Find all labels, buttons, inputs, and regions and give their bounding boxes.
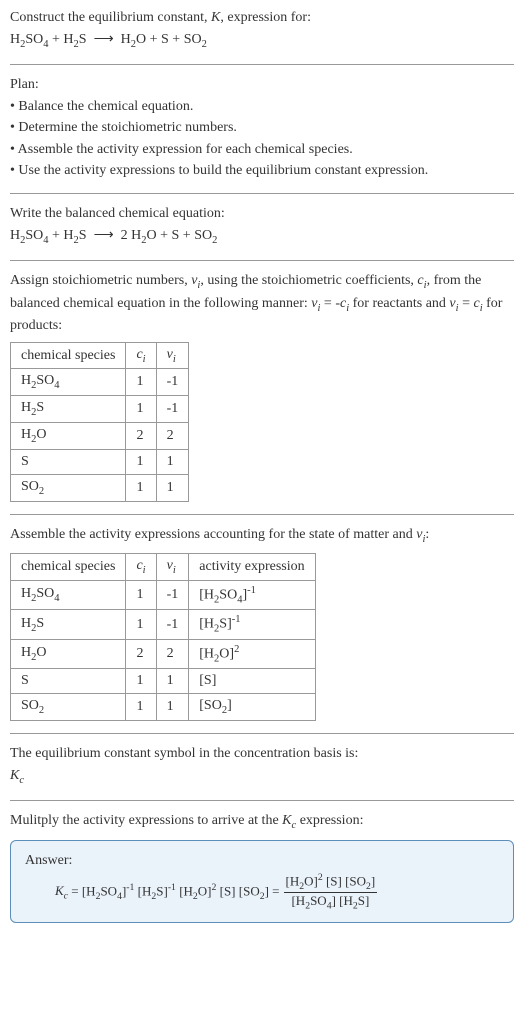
stoichiometric-table: chemical species ci νi H2SO4 1 -1 H2S 1 … [10, 342, 189, 502]
activity-section: Assemble the activity expressions accoun… [10, 525, 514, 721]
table-cell: -1 [156, 396, 189, 423]
table-cell: 1 [126, 474, 156, 501]
table-header: ci [126, 342, 156, 369]
table-cell: [H2O]2 [189, 639, 315, 668]
table-cell: 2 [156, 639, 189, 668]
answer-equation: Kc = [H2SO4]-1 [H2S]-1 [H2O]2 [S] [SO2] … [55, 872, 499, 912]
table-cell: H2SO4 [11, 580, 126, 609]
table-header: νi [156, 554, 189, 581]
symbol-value: Kc [10, 766, 514, 788]
table-row: S 1 1 [11, 449, 189, 474]
table-row: SO2 1 1 [11, 474, 189, 501]
table-header: chemical species [11, 342, 126, 369]
table-row: H2SO4 1 -1 [11, 369, 189, 396]
table-cell: -1 [156, 580, 189, 609]
table-cell: 1 [126, 369, 156, 396]
table-cell: -1 [156, 610, 189, 639]
answer-fraction: [H2O]2 [S] [SO2] [H2SO4] [H2S] [284, 872, 378, 912]
table-cell: 1 [126, 580, 156, 609]
assign-text: Assign stoichiometric numbers, νi, using… [10, 271, 514, 336]
multiply-section: Mulitply the activity expressions to arr… [10, 811, 514, 923]
table-cell: [H2SO4]-1 [189, 580, 315, 609]
multiply-text: Mulitply the activity expressions to arr… [10, 811, 514, 833]
table-cell: H2S [11, 610, 126, 639]
plan-item: • Determine the stoichiometric numbers. [10, 118, 514, 138]
table-cell: H2S [11, 396, 126, 423]
plan-section: Plan: • Balance the chemical equation. •… [10, 75, 514, 181]
plan-item: • Balance the chemical equation. [10, 97, 514, 117]
table-cell: H2O [11, 423, 126, 450]
table-row: S 1 1 [S] [11, 669, 316, 694]
table-row: H2S 1 -1 [11, 396, 189, 423]
balanced-equation: H2SO4 + H2S ⟶ 2 H2O + S + SO2 [10, 226, 514, 248]
divider [10, 193, 514, 194]
answer-lhs: Kc = [H2SO4]-1 [H2S]-1 [H2O]2 [S] [SO2] … [55, 882, 280, 902]
table-row: SO2 1 1 [SO2] [11, 694, 316, 721]
table-header: activity expression [189, 554, 315, 581]
table-cell: 1 [156, 694, 189, 721]
table-cell: 2 [126, 423, 156, 450]
table-cell: [SO2] [189, 694, 315, 721]
plan-item: • Use the activity expressions to build … [10, 161, 514, 181]
table-cell: 1 [126, 610, 156, 639]
plan-title: Plan: [10, 75, 514, 95]
plan-item: • Assemble the activity expression for e… [10, 140, 514, 160]
table-cell: H2SO4 [11, 369, 126, 396]
table-cell: [S] [189, 669, 315, 694]
table-row: H2O 2 2 [H2O]2 [11, 639, 316, 668]
table-cell: H2O [11, 639, 126, 668]
table-cell: -1 [156, 369, 189, 396]
table-cell: 1 [156, 669, 189, 694]
divider [10, 64, 514, 65]
table-row: H2O 2 2 [11, 423, 189, 450]
table-cell: S [11, 669, 126, 694]
table-cell: [H2S]-1 [189, 610, 315, 639]
answer-box: Answer: Kc = [H2SO4]-1 [H2S]-1 [H2O]2 [S… [10, 840, 514, 923]
table-cell: S [11, 449, 126, 474]
table-header: νi [156, 342, 189, 369]
table-header: ci [126, 554, 156, 581]
table-cell: 1 [156, 474, 189, 501]
table-cell: 1 [126, 396, 156, 423]
table-cell: 2 [126, 639, 156, 668]
prompt-text: Construct the equilibrium constant, K, e… [10, 8, 514, 28]
activity-text: Assemble the activity expressions accoun… [10, 525, 514, 547]
initial-equation: H2SO4 + H2S ⟶ H2O + S + SO2 [10, 30, 514, 52]
divider [10, 514, 514, 515]
header-section: Construct the equilibrium constant, K, e… [10, 8, 514, 52]
table-cell: 2 [156, 423, 189, 450]
divider [10, 260, 514, 261]
table-cell: SO2 [11, 474, 126, 501]
table-header: chemical species [11, 554, 126, 581]
symbol-section: The equilibrium constant symbol in the c… [10, 744, 514, 788]
assign-section: Assign stoichiometric numbers, νi, using… [10, 271, 514, 502]
table-cell: 1 [156, 449, 189, 474]
table-header-row: chemical species ci νi activity expressi… [11, 554, 316, 581]
fraction-numerator: [H2O]2 [S] [SO2] [284, 872, 378, 893]
table-row: H2SO4 1 -1 [H2SO4]-1 [11, 580, 316, 609]
balanced-section: Write the balanced chemical equation: H2… [10, 204, 514, 248]
table-cell: 1 [126, 669, 156, 694]
divider [10, 733, 514, 734]
table-row: H2S 1 -1 [H2S]-1 [11, 610, 316, 639]
balanced-title: Write the balanced chemical equation: [10, 204, 514, 224]
table-header-row: chemical species ci νi [11, 342, 189, 369]
answer-label: Answer: [25, 851, 499, 871]
table-cell: 1 [126, 449, 156, 474]
table-cell: 1 [126, 694, 156, 721]
symbol-text: The equilibrium constant symbol in the c… [10, 744, 514, 764]
activity-table: chemical species ci νi activity expressi… [10, 553, 316, 721]
table-cell: SO2 [11, 694, 126, 721]
divider [10, 800, 514, 801]
fraction-denominator: [H2SO4] [H2S] [284, 893, 378, 912]
